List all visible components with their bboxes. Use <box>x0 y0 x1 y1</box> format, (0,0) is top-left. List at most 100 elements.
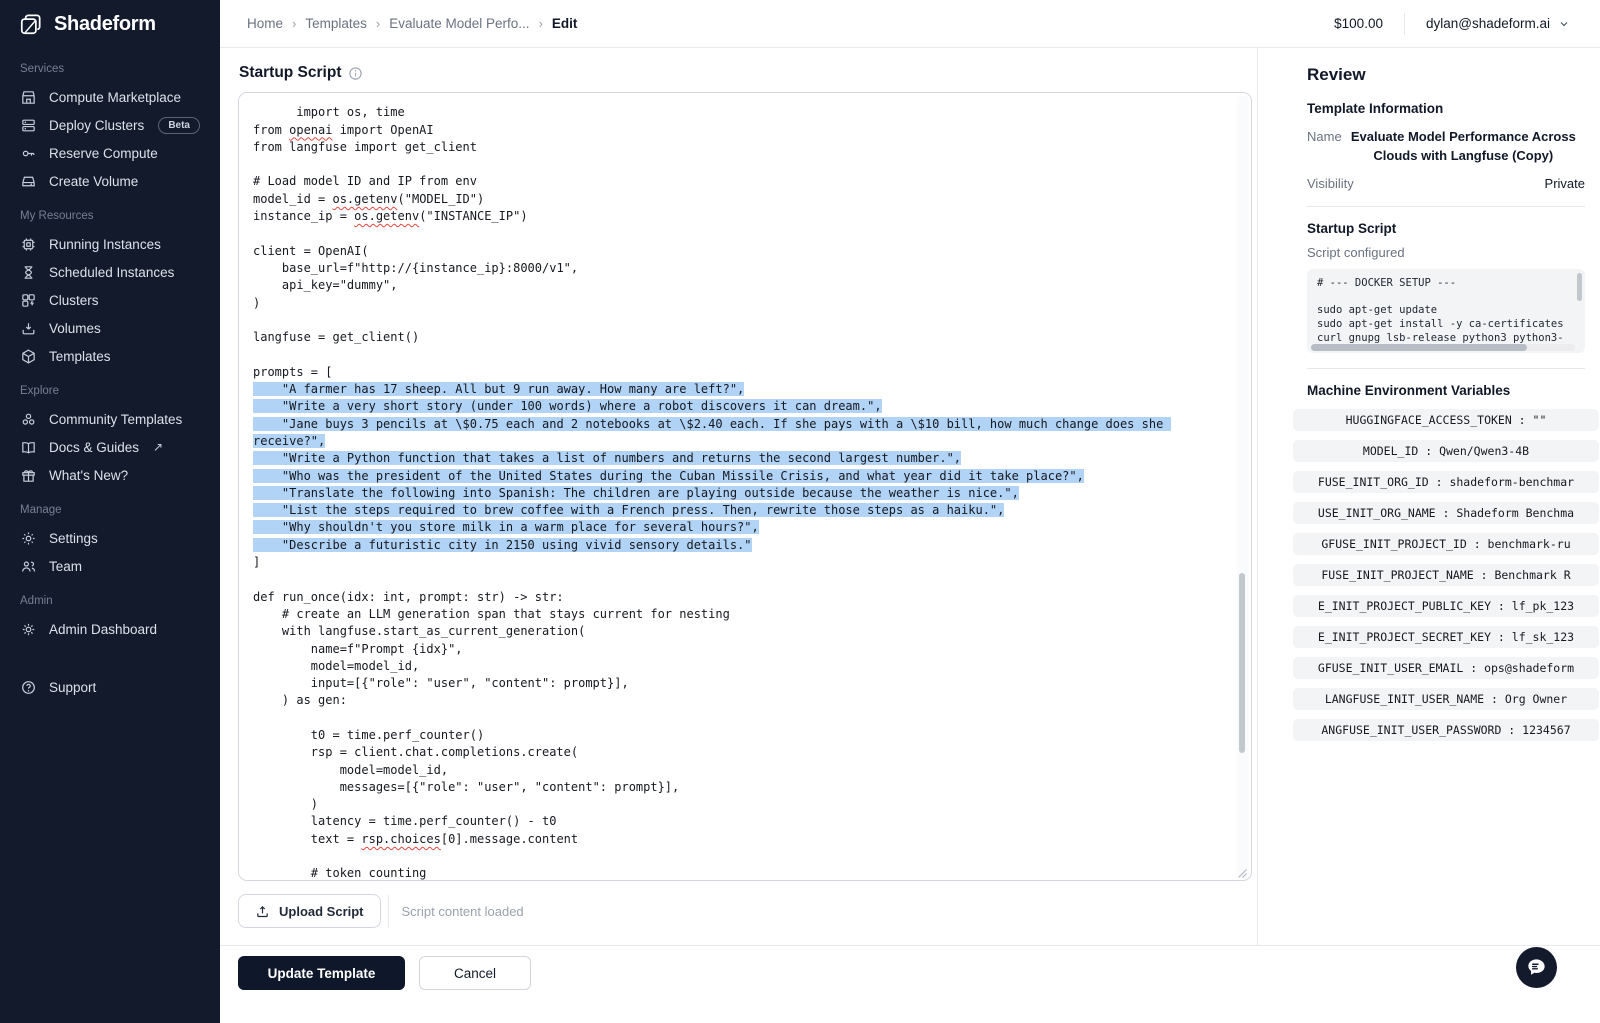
env-variables-heading: Machine Environment Variables <box>1307 383 1585 398</box>
sidebar-item-label: Admin Dashboard <box>49 622 157 637</box>
breadcrumb-separator: › <box>292 16 296 31</box>
account-balance: $100.00 <box>1334 16 1383 31</box>
breadcrumb-separator: › <box>539 16 543 31</box>
sidebar-item-volumes[interactable]: Volumes <box>14 314 206 342</box>
template-name-row: Name Evaluate Model Performance Across C… <box>1307 128 1585 166</box>
cancel-button[interactable]: Cancel <box>419 956 531 990</box>
sidebar-item-running-instances[interactable]: Running Instances <box>14 230 206 258</box>
sidebar-item-label: Community Templates <box>49 412 182 427</box>
script-preview-text: # --- DOCKER SETUP --- sudo apt-get upda… <box>1317 277 1571 346</box>
info-icon[interactable] <box>348 66 363 81</box>
sidebar-item-label: Settings <box>49 531 98 546</box>
env-var-pill: HUGGINGFACE_ACCESS_TOKEN : "" <box>1293 409 1599 431</box>
sidebar-item-label: Scheduled Instances <box>49 265 174 280</box>
preview-horizontal-scrollbar-track[interactable] <box>1311 344 1575 351</box>
upload-icon <box>255 904 270 919</box>
script-preview-box[interactable]: # --- DOCKER SETUP --- sudo apt-get upda… <box>1307 269 1585 353</box>
sidebar: Shadeform Services Compute Marketplace D… <box>0 0 220 1023</box>
breadcrumb-separator: › <box>376 16 380 31</box>
review-panel: Review Template Information Name Evaluat… <box>1257 48 1600 945</box>
download-tray-icon <box>20 320 37 337</box>
preview-vertical-scrollbar-thumb[interactable] <box>1577 273 1582 301</box>
sidebar-item-templates[interactable]: Templates <box>14 342 206 370</box>
help-circle-icon <box>20 679 37 696</box>
env-var-pill: FUSE_INIT_PROJECT_NAME : Benchmark R <box>1293 564 1599 586</box>
gift-icon <box>20 467 37 484</box>
template-name-value: Evaluate Model Performance Across Clouds… <box>1342 128 1585 166</box>
sidebar-item-label: Compute Marketplace <box>49 90 181 105</box>
sidebar-item-label: Templates <box>49 349 111 364</box>
textarea-resize-grip[interactable] <box>1237 866 1248 877</box>
breadcrumb-home[interactable]: Home <box>247 16 283 31</box>
sidebar-item-reserve-compute[interactable]: Reserve Compute <box>14 139 206 167</box>
section-label-admin: Admin <box>20 595 200 607</box>
visibility-value: Private <box>1545 176 1585 191</box>
env-var-pill: MODEL_ID : Qwen/Qwen3-4B <box>1293 440 1599 462</box>
user-email: dylan@shadeform.ai <box>1426 16 1550 31</box>
env-var-pill: LANGFUSE_INIT_USER_NAME : Org Owner <box>1293 688 1599 710</box>
startup-script-section: Startup Script import os, time from open… <box>220 48 1257 945</box>
header-divider <box>1404 13 1405 35</box>
sidebar-item-label: Support <box>49 680 96 695</box>
panel-divider <box>1307 206 1585 207</box>
sidebar-item-settings[interactable]: Settings <box>14 524 206 552</box>
team-people-icon <box>20 558 37 575</box>
startup-script-editor[interactable]: import os, time from openai import OpenA… <box>238 92 1252 881</box>
sidebar-item-team[interactable]: Team <box>14 552 206 580</box>
sidebar-item-compute-marketplace[interactable]: Compute Marketplace <box>14 83 206 111</box>
gear-icon <box>20 530 37 547</box>
breadcrumb-current-edit: Edit <box>552 16 578 31</box>
breadcrumb-template-name[interactable]: Evaluate Model Perfo... <box>389 16 529 31</box>
open-book-icon <box>20 439 37 456</box>
section-label-manage: Manage <box>20 504 200 516</box>
user-account-menu[interactable]: dylan@shadeform.ai <box>1426 16 1570 31</box>
sidebar-item-scheduled-instances[interactable]: Scheduled Instances <box>14 258 206 286</box>
support-chat-button[interactable] <box>1516 947 1557 988</box>
preview-horizontal-scrollbar-thumb[interactable] <box>1311 344 1527 351</box>
editor-scrollbar-thumb[interactable] <box>1239 573 1245 753</box>
code-text: ] def run_once(idx: int, prompt: str) ->… <box>253 555 730 881</box>
startup-script-heading: Startup Script <box>1307 221 1585 236</box>
upload-script-button[interactable]: Upload Script <box>238 894 381 928</box>
sidebar-item-create-volume[interactable]: Create Volume <box>14 167 206 195</box>
breadcrumb-templates[interactable]: Templates <box>305 16 367 31</box>
sidebar-item-whats-new[interactable]: What's New? <box>14 461 206 489</box>
sidebar-item-label: Running Instances <box>49 237 161 252</box>
template-information-heading: Template Information <box>1307 101 1585 116</box>
sidebar-item-docs-guides[interactable]: Docs & Guides ↗ <box>14 433 206 461</box>
sidebar-item-clusters[interactable]: Clusters <box>14 286 206 314</box>
editor-scrollbar-track[interactable] <box>1237 95 1249 878</box>
cpu-chip-icon <box>20 236 37 253</box>
code-text: from openai import OpenAI from langfuse … <box>253 123 578 379</box>
visibility-label: Visibility <box>1307 176 1354 191</box>
section-label-services: Services <box>20 63 200 75</box>
upload-status-text: Script content loaded <box>402 904 524 919</box>
action-footer: Update Template Cancel <box>220 945 1600 1023</box>
sidebar-item-community-templates[interactable]: Community Templates <box>14 405 206 433</box>
review-title: Review <box>1307 65 1585 85</box>
sidebar-item-label: Deploy Clusters <box>49 118 144 133</box>
brand-name: Shadeform <box>54 13 156 36</box>
env-var-pill: USE_INIT_ORG_NAME : Shadeform Benchma <box>1293 502 1599 524</box>
storefront-icon <box>20 89 37 106</box>
env-var-pill: FUSE_INIT_ORG_ID : shadeform-benchmar <box>1293 471 1599 493</box>
sidebar-item-admin-dashboard[interactable]: Admin Dashboard <box>14 615 206 643</box>
page-title: Startup Script <box>239 64 341 82</box>
sidebar-item-deploy-clusters[interactable]: Deploy Clusters Beta <box>14 111 206 139</box>
brand-logo[interactable]: Shadeform <box>14 0 206 48</box>
section-label-my-resources: My Resources <box>20 210 200 222</box>
visibility-row: Visibility Private <box>1307 176 1585 191</box>
community-circles-icon <box>20 411 37 428</box>
script-configured-status: Script configured <box>1307 245 1585 260</box>
shadeform-logo-icon <box>18 11 44 37</box>
sidebar-item-label: What's New? <box>49 468 128 483</box>
sidebar-item-label: Create Volume <box>49 174 138 189</box>
code-clipped-top-line: import os, time <box>296 105 404 119</box>
update-template-button[interactable]: Update Template <box>238 956 405 990</box>
name-label: Name <box>1307 128 1342 166</box>
package-box-icon <box>20 348 37 365</box>
env-var-pill: GFUSE_INIT_USER_EMAIL : ops@shadeform <box>1293 657 1599 679</box>
server-stack-icon <box>20 117 37 134</box>
chat-bubble-icon <box>1525 956 1548 979</box>
sidebar-item-support[interactable]: Support <box>14 673 206 701</box>
